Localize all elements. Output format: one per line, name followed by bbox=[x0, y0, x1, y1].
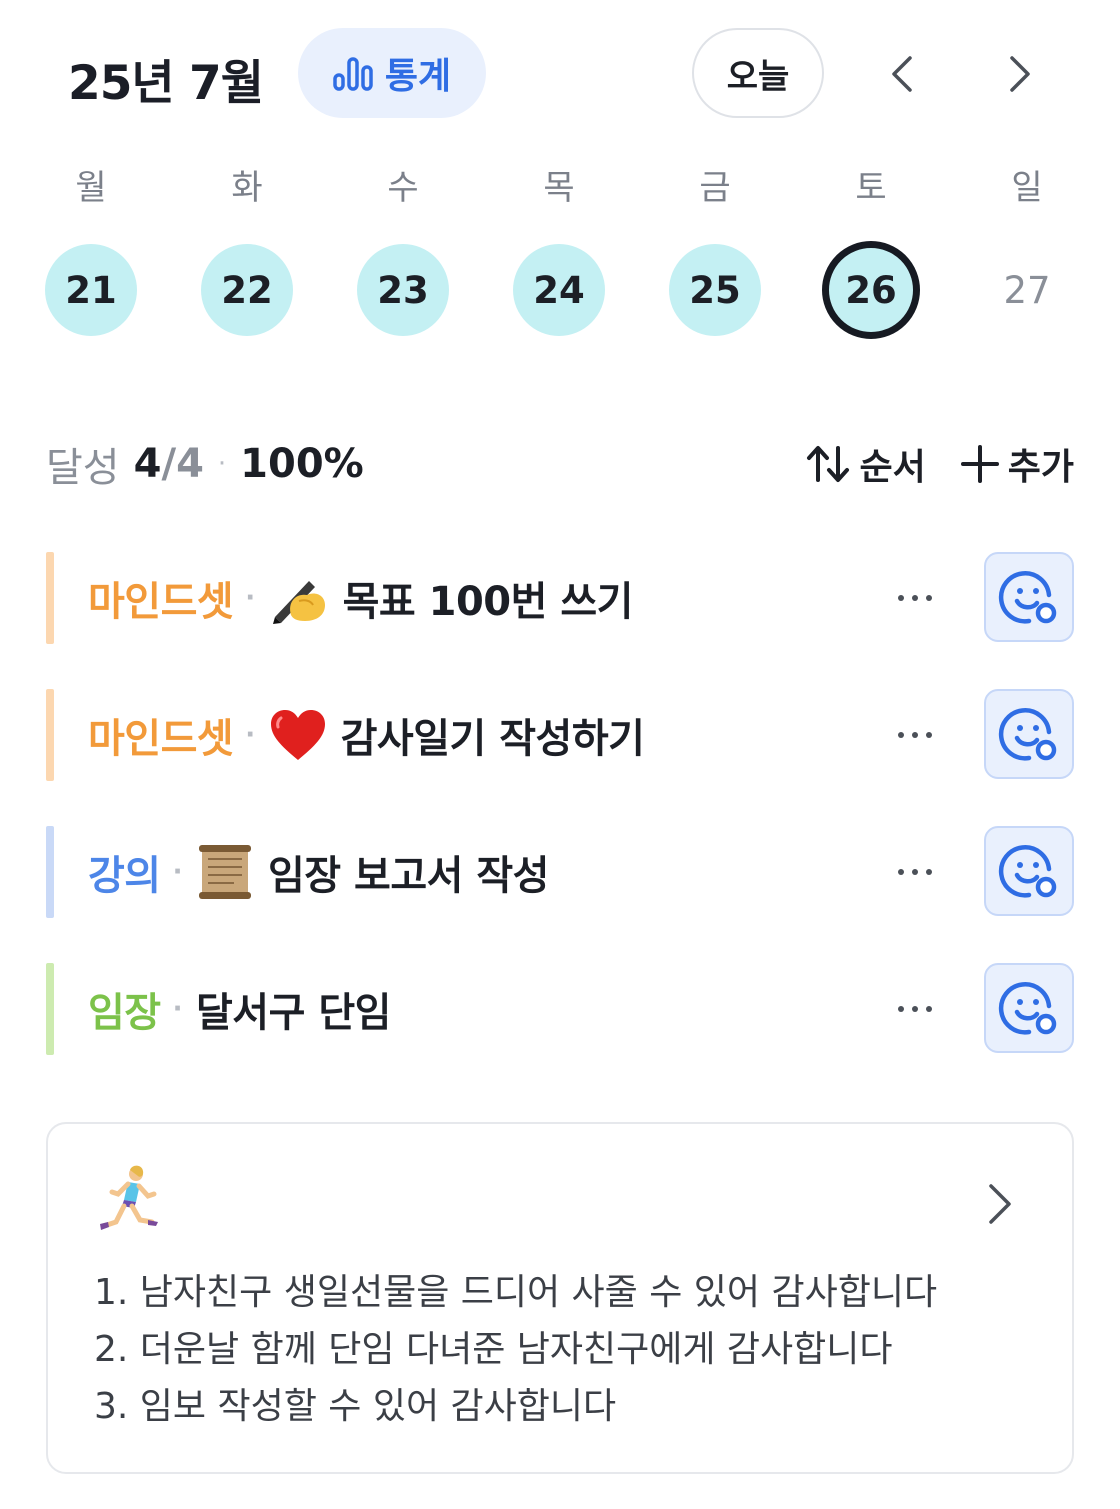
memo-line: 3. 임보 작성할 수 있어 감사합니다 bbox=[94, 1386, 617, 1427]
day-22[interactable]: 22 bbox=[201, 244, 293, 336]
weekday-label: 월 bbox=[75, 168, 107, 208]
add-button[interactable]: 추가 bbox=[960, 438, 1074, 490]
habit-title: 목표 100번 쓰기 bbox=[342, 579, 634, 625]
add-label: 추가 bbox=[1007, 447, 1074, 488]
chevron-left-icon bbox=[890, 55, 914, 93]
face-add-icon bbox=[997, 839, 1061, 903]
achievement-label: 달성 bbox=[46, 445, 120, 491]
category-color-bar bbox=[46, 963, 54, 1055]
stats-label: 통계 bbox=[384, 56, 452, 97]
habit-check-button[interactable] bbox=[984, 689, 1074, 779]
sort-button[interactable]: 순서 bbox=[804, 438, 926, 490]
calendar-header: 25년 7월 통계 오늘 bbox=[0, 0, 1120, 150]
more-options-button[interactable] bbox=[890, 715, 940, 755]
day-26-selected[interactable]: 26 bbox=[822, 241, 920, 339]
day-25[interactable]: 25 bbox=[669, 244, 761, 336]
next-week-button[interactable] bbox=[990, 44, 1050, 104]
scroll-icon bbox=[196, 843, 254, 901]
summary-separator: · bbox=[217, 449, 227, 479]
face-add-icon bbox=[997, 976, 1061, 1040]
chevron-right-icon[interactable] bbox=[980, 1176, 1020, 1232]
achievement-summary: 달성 4 /4 · 100% bbox=[46, 436, 364, 492]
habit-category: 마인드셋 bbox=[88, 716, 234, 762]
more-options-button[interactable] bbox=[890, 578, 940, 618]
day-21[interactable]: 21 bbox=[45, 244, 137, 336]
prev-week-button[interactable] bbox=[872, 44, 932, 104]
habit-check-button[interactable] bbox=[984, 826, 1074, 916]
face-add-icon bbox=[997, 565, 1061, 629]
habit-item[interactable]: 마인드셋 · 감사일기 작성하기 bbox=[46, 689, 1074, 781]
habit-item[interactable]: 마인드셋 · 목표 100번 쓰기 bbox=[46, 552, 1074, 644]
habit-text: 임장 · 달서구 단임 bbox=[88, 963, 391, 1055]
list-actions: 순서 추가 bbox=[804, 436, 1074, 492]
habit-title: 임장 보고서 작성 bbox=[268, 853, 549, 899]
habit-item[interactable]: 임장 · 달서구 단임 bbox=[46, 963, 1074, 1055]
weekday-label: 화 bbox=[231, 168, 263, 208]
category-color-bar bbox=[46, 689, 54, 781]
habit-separator: · bbox=[172, 994, 183, 1024]
habit-text: 마인드셋 · 감사일기 작성하기 bbox=[88, 689, 645, 781]
more-options-button[interactable] bbox=[890, 989, 940, 1029]
chevron-right-icon bbox=[1008, 55, 1032, 93]
memo-lines: 1. 남자친구 생일선물을 드디어 사줄 수 있어 감사합니다 2. 더운날 함… bbox=[94, 1264, 937, 1435]
habit-category: 강의 bbox=[88, 853, 161, 899]
habit-title: 감사일기 작성하기 bbox=[340, 716, 645, 762]
writing-hand-icon bbox=[269, 571, 329, 625]
gratitude-memo-card[interactable]: 1. 남자친구 생일선물을 드디어 사줄 수 있어 감사합니다 2. 더운날 함… bbox=[46, 1122, 1074, 1474]
red-heart-icon bbox=[269, 708, 327, 762]
habit-check-button[interactable] bbox=[984, 963, 1074, 1053]
weekday-label: 목 bbox=[543, 168, 575, 208]
habit-category: 임장 bbox=[88, 990, 161, 1036]
today-button[interactable]: 오늘 bbox=[692, 28, 824, 118]
habit-category: 마인드셋 bbox=[88, 579, 234, 625]
month-title: 25년 7월 bbox=[68, 56, 264, 111]
weekday-label: 토 bbox=[855, 168, 887, 208]
achievement-percent: 100% bbox=[240, 441, 364, 487]
memo-line: 1. 남자친구 생일선물을 드디어 사줄 수 있어 감사합니다 bbox=[94, 1272, 938, 1313]
sort-arrows-icon bbox=[804, 444, 852, 484]
memo-line: 2. 더운날 함께 단임 다녀준 남자친구에게 감사합니다 bbox=[94, 1329, 893, 1370]
weekday-label: 수 bbox=[387, 168, 419, 208]
habit-separator: · bbox=[245, 720, 255, 750]
habit-text: 마인드셋 · 목표 100번 쓰기 bbox=[88, 552, 633, 644]
plus-icon bbox=[960, 444, 1000, 484]
stats-button[interactable]: 통계 bbox=[298, 28, 486, 118]
day-27[interactable]: 27 bbox=[981, 244, 1073, 336]
achievement-done: 4 bbox=[133, 441, 162, 487]
category-color-bar bbox=[46, 826, 54, 918]
woman-running-icon bbox=[96, 1164, 162, 1238]
category-color-bar bbox=[46, 552, 54, 644]
habit-separator: · bbox=[245, 583, 255, 613]
habit-check-button[interactable] bbox=[984, 552, 1074, 642]
day-23[interactable]: 23 bbox=[357, 244, 449, 336]
face-add-icon bbox=[997, 702, 1061, 766]
habit-title: 달서구 단임 bbox=[196, 990, 391, 1036]
sort-label: 순서 bbox=[859, 447, 926, 488]
weekday-label: 금 bbox=[699, 168, 731, 208]
achievement-total: /4 bbox=[161, 441, 204, 487]
more-options-button[interactable] bbox=[890, 852, 940, 892]
bar-chart-icon bbox=[333, 55, 373, 91]
weekday-label: 일 bbox=[1011, 168, 1043, 208]
habit-separator: · bbox=[172, 857, 183, 887]
day-24[interactable]: 24 bbox=[513, 244, 605, 336]
habit-text: 강의 · 임장 보고서 작성 bbox=[88, 826, 549, 918]
habit-item[interactable]: 강의 · 임장 보고서 작성 bbox=[46, 826, 1074, 918]
